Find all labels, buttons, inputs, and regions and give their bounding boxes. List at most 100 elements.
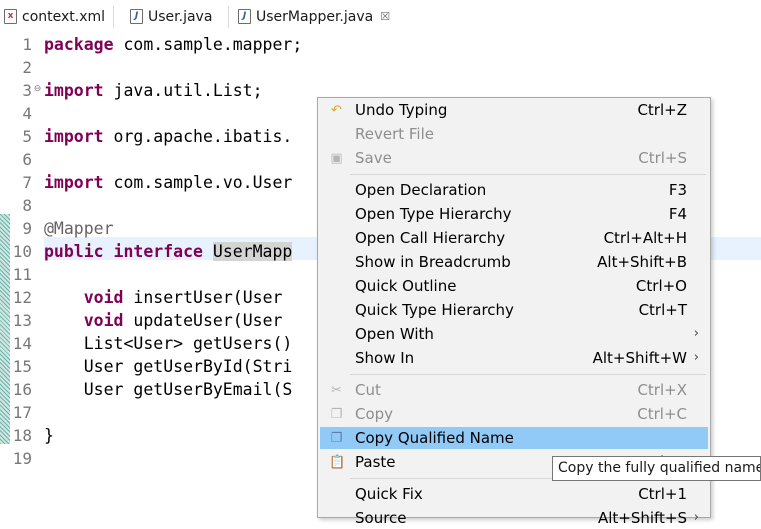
code-token: List<User> getUsers()	[44, 334, 293, 353]
line-number: 1	[22, 35, 32, 54]
menu-item-quick-fix[interactable]: Quick Fix Ctrl+1	[320, 483, 708, 505]
line-number: 2	[22, 58, 32, 77]
menu-item-shortcut: Ctrl+Alt+H	[603, 229, 687, 247]
menu-item-label: Show in Breadcrumb	[355, 253, 511, 271]
code-line[interactable]: }	[44, 424, 54, 447]
chevron-right-icon: ›	[693, 350, 699, 365]
menu-item-show-in-breadcrumb[interactable]: Show in Breadcrumb Alt+Shift+B	[320, 251, 708, 273]
menu-item-label: Paste	[355, 453, 396, 471]
code-token: }	[44, 426, 54, 445]
menu-item-label: Show In	[355, 349, 415, 367]
code-line[interactable]: User getUserByEmail(S	[44, 378, 293, 401]
code-line[interactable]: import org.apache.ibatis.	[44, 125, 292, 148]
cut-icon: ✂	[331, 383, 342, 398]
line-number: 8	[22, 196, 32, 215]
menu-item-label: Source	[355, 509, 407, 527]
menu-item-copy-qualified-name[interactable]: ❐ Copy Qualified Name	[320, 427, 708, 449]
menu-item-shortcut: Ctrl+1	[638, 485, 687, 503]
chevron-right-icon: ›	[693, 326, 699, 341]
menu-item-cut[interactable]: ✂ Cut Ctrl+X	[320, 379, 708, 401]
fold-icon[interactable]: ⊖	[33, 85, 42, 94]
line-number: 13	[12, 311, 32, 330]
code-token: User getUserByEmail(S	[44, 380, 293, 399]
menu-item-open-declaration[interactable]: Open Declaration F3	[320, 179, 708, 201]
xml-file-icon: x	[4, 9, 17, 24]
copy-qualified-name-icon: ❐	[330, 431, 343, 446]
change-ruler-marker	[0, 214, 10, 444]
code-line[interactable]: import com.sample.vo.User	[44, 171, 292, 194]
tab-usermapper-java[interactable]: J UserMapper.java ☒	[238, 0, 391, 33]
line-number: 9	[22, 219, 32, 238]
menu-item-revert-file[interactable]: Revert File	[320, 123, 708, 145]
menu-item-shortcut: Alt+Shift+S	[597, 509, 687, 527]
menu-item-shortcut: Ctrl+X	[637, 381, 687, 399]
line-number: 11	[12, 265, 32, 284]
code-line[interactable]: @Mapper	[44, 217, 114, 240]
tab-context-xml[interactable]: x context.xml	[4, 0, 105, 33]
undo-icon: ↶	[331, 103, 342, 118]
menu-item-shortcut: Ctrl+O	[635, 277, 687, 295]
menu-item-open-type-hierarchy[interactable]: Open Type Hierarchy F4	[320, 203, 708, 225]
menu-item-label: Quick Type Hierarchy	[355, 301, 514, 319]
menu-item-open-with[interactable]: Open With ›	[320, 323, 708, 345]
menu-item-label: Revert File	[355, 125, 434, 143]
menu-item-copy[interactable]: ❐ Copy Ctrl+C	[320, 403, 708, 425]
menu-item-undo-typing[interactable]: ↶ Undo Typing Ctrl+Z	[320, 99, 708, 121]
menu-item-label: Open Type Hierarchy	[355, 205, 512, 223]
tab-label: User.java	[148, 8, 213, 25]
menu-item-shortcut: Alt+Shift+B	[597, 253, 687, 271]
keyword-token: void	[83, 288, 124, 307]
code-line[interactable]: package com.sample.mapper;	[44, 33, 302, 56]
code-line[interactable]: public interface UserMapp	[44, 240, 293, 263]
line-number: 14	[12, 334, 32, 353]
line-number: 16	[12, 380, 32, 399]
tab-user-java[interactable]: J User.java	[130, 0, 212, 33]
menu-item-source[interactable]: Source Alt+Shift+S ›	[320, 507, 708, 529]
code-line[interactable]: void updateUser(User	[44, 309, 292, 332]
line-number: 15	[12, 357, 32, 376]
chevron-right-icon: ›	[693, 510, 699, 525]
menu-item-label: Save	[355, 149, 392, 167]
menu-item-label: Cut	[355, 381, 381, 399]
java-file-icon: J	[238, 9, 251, 24]
line-number: 10	[12, 242, 32, 261]
editor-tab-bar: x context.xml J User.java J UserMapper.j…	[0, 0, 761, 33]
menu-item-shortcut: Alt+Shift+W	[592, 349, 687, 367]
copy-icon: ❐	[330, 407, 343, 422]
menu-item-quick-type-hierarchy[interactable]: Quick Type Hierarchy Ctrl+T	[320, 299, 708, 321]
code-token: UserMapp	[212, 242, 293, 261]
code-line[interactable]: List<User> getUsers()	[44, 332, 293, 355]
menu-item-show-in[interactable]: Show In Alt+Shift+W ›	[320, 347, 708, 369]
code-line[interactable]: void insertUser(User	[44, 286, 292, 309]
menu-separator	[350, 374, 706, 375]
close-icon[interactable]: ☒	[380, 10, 390, 23]
java-file-icon: J	[130, 9, 143, 24]
menu-item-shortcut: F3	[668, 181, 687, 199]
menu-item-open-call-hierarchy[interactable]: Open Call Hierarchy Ctrl+Alt+H	[320, 227, 708, 249]
tab-divider	[228, 6, 229, 28]
line-number: 12	[12, 288, 32, 307]
code-token: org.apache.ibatis.	[103, 127, 293, 146]
menu-item-shortcut: Ctrl+S	[638, 149, 687, 167]
menu-item-label: Open Call Hierarchy	[355, 229, 506, 247]
code-line[interactable]: User getUserById(Stri	[44, 355, 293, 378]
code-token: updateUser(User	[123, 311, 293, 330]
line-number: 18	[12, 426, 32, 445]
menu-item-save[interactable]: ▣ Save Ctrl+S	[320, 147, 708, 169]
code-line[interactable]: import java.util.List;	[44, 79, 263, 102]
menu-item-shortcut: F4	[668, 205, 687, 223]
menu-item-label: Copy Qualified Name	[355, 429, 514, 447]
context-menu: ↶ Undo Typing Ctrl+Z Revert File ▣ Save Ctrl+S…	[317, 97, 711, 527]
menu-item-label: Open Declaration	[355, 181, 487, 199]
tooltip: Copy the fully qualified name	[552, 456, 761, 481]
keyword-token: import	[44, 173, 104, 192]
menu-item-quick-outline[interactable]: Quick Outline Ctrl+O	[320, 275, 708, 297]
menu-item-label: Undo Typing	[355, 101, 448, 119]
annotation-token: @Mapper	[44, 219, 114, 238]
line-number: 7	[22, 173, 32, 192]
menu-separator	[350, 174, 706, 175]
menu-item-shortcut: Ctrl+C	[637, 405, 687, 423]
